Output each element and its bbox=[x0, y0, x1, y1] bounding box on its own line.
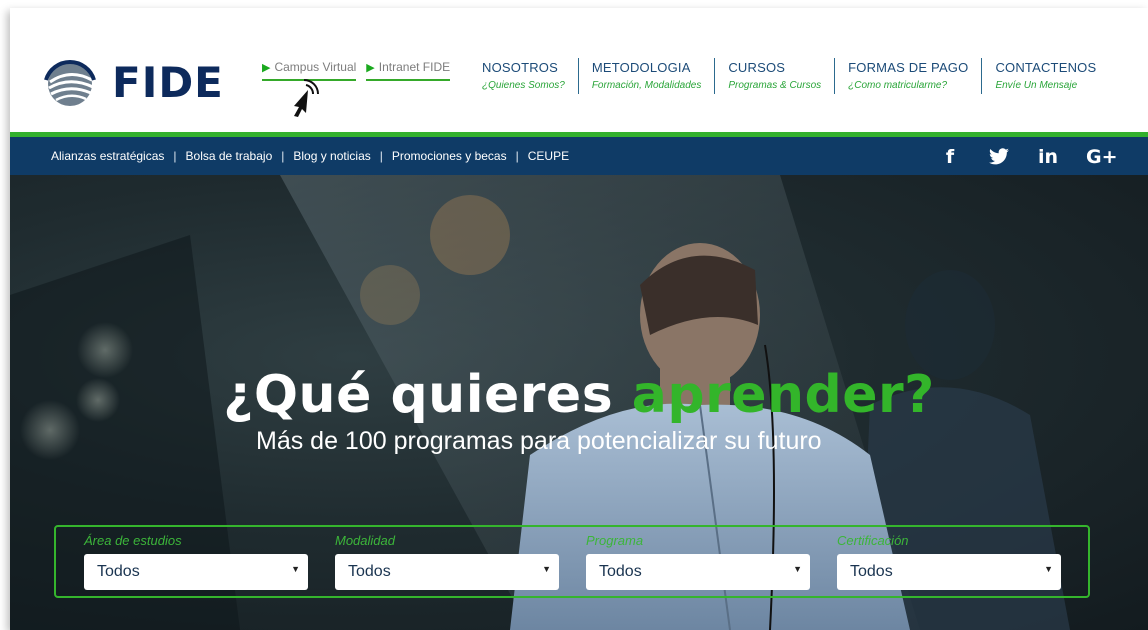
site-header: FIDE ▶ Campus Virtual ▶ Intranet FIDE NO… bbox=[10, 8, 1148, 132]
programa-select[interactable]: Todos ▼ bbox=[586, 554, 810, 590]
nav-label: METODOLOGIA bbox=[591, 60, 691, 75]
social-links: f in G+ bbox=[938, 146, 1118, 168]
nav-label: NOSOTROS bbox=[482, 60, 558, 75]
nav-nosotros[interactable]: NOSOTROS ¿Quienes Somos? bbox=[482, 58, 578, 94]
link-ceupe[interactable]: CEUPE bbox=[528, 149, 569, 163]
nav-sublabel: Formación, Modalidades bbox=[591, 80, 702, 91]
divider: | bbox=[379, 149, 383, 163]
intranet-link[interactable]: ▶ Intranet FIDE bbox=[366, 60, 451, 81]
nav-label: FORMAS DE PAGO bbox=[848, 60, 969, 75]
hero-banner: ¿Qué quieres aprender? Más de 100 progra… bbox=[10, 175, 1148, 630]
dropdown-arrow-icon: ▼ bbox=[291, 564, 300, 574]
link-blog[interactable]: Blog y noticias bbox=[293, 149, 370, 163]
filter-programa: Programa Todos ▼ bbox=[558, 533, 810, 590]
googleplus-icon[interactable]: G+ bbox=[1086, 146, 1118, 168]
filter-label: Área de estudios bbox=[84, 533, 182, 548]
facebook-icon[interactable]: f bbox=[938, 146, 962, 168]
nav-sublabel: ¿Como matricularme? bbox=[848, 80, 948, 91]
link-bolsa-de-trabajo[interactable]: Bolsa de trabajo bbox=[186, 149, 273, 163]
nav-formas-de-pago[interactable]: FORMAS DE PAGO ¿Como matricularme? bbox=[834, 58, 981, 94]
nav-cursos[interactable]: CURSOS Programas & Cursos bbox=[714, 58, 834, 94]
filter-label: Certificación bbox=[837, 533, 909, 548]
dropdown-arrow-icon: ▼ bbox=[793, 564, 802, 574]
certificacion-select[interactable]: Todos ▼ bbox=[837, 554, 1061, 590]
area-select[interactable]: Todos ▼ bbox=[84, 554, 308, 590]
nav-sublabel: Programas & Cursos bbox=[728, 80, 822, 91]
dropdown-arrow-icon: ▼ bbox=[542, 564, 551, 574]
link-promociones[interactable]: Promociones y becas bbox=[392, 149, 507, 163]
play-arrow-icon: ▶ bbox=[262, 61, 271, 74]
site-logo[interactable]: FIDE bbox=[38, 44, 228, 120]
nav-metodologia[interactable]: METODOLOGIA Formación, Modalidades bbox=[577, 58, 715, 94]
divider: | bbox=[515, 149, 519, 163]
select-value: Todos bbox=[97, 563, 140, 580]
filter-modalidad: Modalidad Todos ▼ bbox=[307, 533, 559, 590]
main-nav: NOSOTROS ¿Quienes Somos? METODOLOGIA For… bbox=[482, 58, 1109, 94]
brand-name: FIDE bbox=[112, 57, 224, 107]
dropdown-arrow-icon: ▼ bbox=[1044, 564, 1053, 574]
headline-white-text: ¿Qué quieres bbox=[223, 365, 632, 425]
hero-headline: ¿Qué quieres aprender? bbox=[10, 365, 1148, 425]
nav-sublabel: ¿Quienes Somos? bbox=[482, 80, 565, 91]
page-frame: FIDE ▶ Campus Virtual ▶ Intranet FIDE NO… bbox=[10, 8, 1148, 630]
hero-subheadline: Más de 100 programas para potencializar … bbox=[256, 427, 822, 455]
secondary-links: Alianzas estratégicas | Bolsa de trabajo… bbox=[51, 149, 569, 163]
play-arrow-icon: ▶ bbox=[366, 61, 375, 74]
hand-pointer-cursor-icon bbox=[294, 79, 319, 117]
campus-virtual-label: Campus Virtual bbox=[274, 60, 357, 74]
modalidad-select[interactable]: Todos ▼ bbox=[335, 554, 559, 590]
select-value: Todos bbox=[850, 563, 893, 580]
linkedin-icon[interactable]: in bbox=[1036, 146, 1060, 168]
filter-label: Modalidad bbox=[335, 533, 395, 548]
filter-label: Programa bbox=[586, 533, 644, 548]
nav-contactenos[interactable]: CONTACTENOS Envíe Un Mensaje bbox=[981, 58, 1109, 94]
globe-logo-icon bbox=[44, 60, 96, 106]
link-alianzas[interactable]: Alianzas estratégicas bbox=[51, 149, 164, 163]
filter-area: Área de estudios Todos ▼ bbox=[56, 533, 308, 590]
twitter-icon[interactable] bbox=[988, 148, 1010, 166]
select-value: Todos bbox=[348, 563, 391, 580]
filter-certificacion: Certificación Todos ▼ bbox=[809, 533, 1061, 590]
nav-sublabel: Envíe Un Mensaje bbox=[995, 80, 1078, 91]
divider: | bbox=[173, 149, 177, 163]
nav-label: CONTACTENOS bbox=[995, 60, 1097, 75]
course-filter-panel: Área de estudios Todos ▼ Modalidad Todos… bbox=[54, 525, 1090, 598]
secondary-nav-bar: Alianzas estratégicas | Bolsa de trabajo… bbox=[10, 137, 1148, 175]
select-value: Todos bbox=[599, 563, 642, 580]
divider: | bbox=[281, 149, 285, 163]
nav-label: CURSOS bbox=[728, 60, 786, 75]
intranet-label: Intranet FIDE bbox=[378, 60, 451, 74]
headline-green-text: aprender? bbox=[631, 365, 935, 425]
